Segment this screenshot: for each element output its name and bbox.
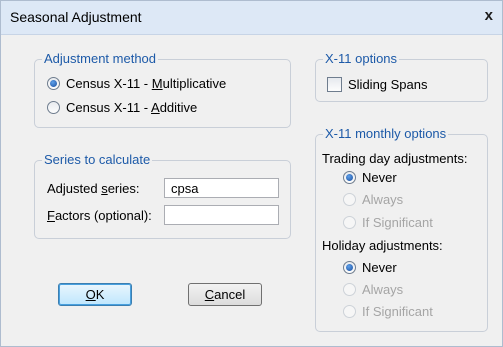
factors-label: Factors (optional): [47, 208, 152, 223]
adjustment-method-legend: Adjustment method [42, 51, 159, 67]
radio-trading-always: Always [343, 192, 403, 207]
x11-options-legend: X-11 options [323, 51, 400, 67]
radio-trading-never[interactable]: Never [343, 170, 397, 185]
dialog-title: Seasonal Adjustment [10, 9, 142, 25]
x11-monthly-options-group: X-11 monthly options Trading day adjustm… [315, 126, 488, 332]
series-to-calculate-legend: Series to calculate [42, 152, 153, 168]
radio-button-icon [343, 261, 356, 274]
factors-input[interactable] [164, 205, 279, 225]
multiplicative-label: Census X-11 - Multiplicative [66, 76, 227, 91]
seasonal-adjustment-dialog: Seasonal Adjustment x Adjustment method … [0, 0, 503, 347]
radio-holiday-always: Always [343, 282, 403, 297]
radio-holiday-if-significant: If Significant [343, 304, 433, 319]
radio-button-icon [343, 171, 356, 184]
adjusted-series-input[interactable] [164, 178, 279, 198]
radio-button-icon [343, 216, 356, 229]
radio-button-icon [47, 77, 60, 90]
ok-button[interactable]: OK [58, 283, 132, 306]
trading-day-label: Trading day adjustments: [322, 151, 468, 166]
x11-monthly-options-legend: X-11 monthly options [323, 126, 449, 142]
checkbox-icon [327, 77, 342, 92]
radio-button-icon [47, 101, 60, 114]
radio-trading-if-significant: If Significant [343, 215, 433, 230]
sliding-spans-checkbox[interactable]: Sliding Spans [327, 77, 428, 92]
series-to-calculate-group: Series to calculate Adjusted series: Fac… [34, 152, 291, 239]
adjusted-series-label: Adjusted series: [47, 181, 140, 196]
cancel-button[interactable]: Cancel [188, 283, 262, 306]
radio-button-icon [343, 305, 356, 318]
radio-additive[interactable]: Census X-11 - Additive [47, 100, 197, 115]
title-bar: Seasonal Adjustment x [1, 1, 502, 35]
x11-options-group: X-11 options Sliding Spans [315, 51, 488, 102]
holiday-label: Holiday adjustments: [322, 238, 443, 253]
radio-button-icon [343, 283, 356, 296]
sliding-spans-label: Sliding Spans [348, 77, 428, 92]
radio-button-icon [343, 193, 356, 206]
close-icon[interactable]: x [485, 7, 493, 24]
additive-label: Census X-11 - Additive [66, 100, 198, 115]
radio-multiplicative[interactable]: Census X-11 - Multiplicative [47, 76, 226, 91]
adjustment-method-group: Adjustment method Census X-11 - Multipli… [34, 51, 291, 128]
radio-holiday-never[interactable]: Never [343, 260, 397, 275]
